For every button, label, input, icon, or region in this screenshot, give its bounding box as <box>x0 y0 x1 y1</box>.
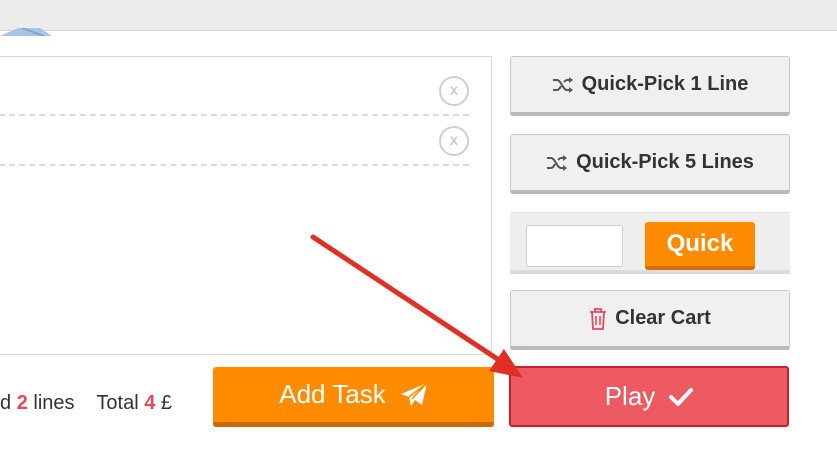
trash-icon <box>589 307 607 330</box>
add-task-button[interactable]: Add Task <box>213 367 494 427</box>
lines-panel: x x <box>0 56 492 355</box>
play-label: Play <box>604 381 656 411</box>
cart-summary: d 2 lines Total 4 £ <box>0 386 172 420</box>
total-value: 4 <box>144 392 156 414</box>
add-task-label: Add Task <box>279 379 386 409</box>
clear-cart-button[interactable]: Clear Cart <box>510 290 790 350</box>
play-button[interactable]: Play <box>509 366 789 427</box>
line-divider <box>0 114 469 116</box>
quick-pick-5-lines-button[interactable]: Quick-Pick 5 Lines <box>510 134 790 194</box>
quick-number-input[interactable] <box>526 225 623 267</box>
quick-entry-row: Quick <box>510 212 790 274</box>
remove-line-icon[interactable]: x <box>439 76 469 106</box>
quick-button[interactable]: Quick <box>645 222 755 270</box>
line-row: x <box>0 70 469 116</box>
line-divider <box>0 164 469 166</box>
summary-prefix: d <box>0 392 12 414</box>
check-icon <box>669 387 694 407</box>
line-row: x <box>0 120 469 166</box>
paper-plane-icon <box>400 381 428 408</box>
line-count: 2 <box>16 392 28 414</box>
quick-pick-1-label: Quick-Pick 1 Line <box>581 73 749 95</box>
lines-label: lines <box>33 392 75 414</box>
total-label: Total <box>96 392 139 414</box>
clear-cart-label: Clear Cart <box>615 307 711 329</box>
browser-top-bar <box>0 0 837 31</box>
quick-pick-5-label: Quick-Pick 5 Lines <box>576 151 754 173</box>
top-bar-accent <box>0 28 52 36</box>
currency-symbol: £ <box>160 392 173 414</box>
shuffle-icon <box>546 154 568 172</box>
shuffle-icon <box>552 76 574 94</box>
remove-line-icon[interactable]: x <box>439 126 469 156</box>
quick-pick-1-line-button[interactable]: Quick-Pick 1 Line <box>510 56 790 116</box>
